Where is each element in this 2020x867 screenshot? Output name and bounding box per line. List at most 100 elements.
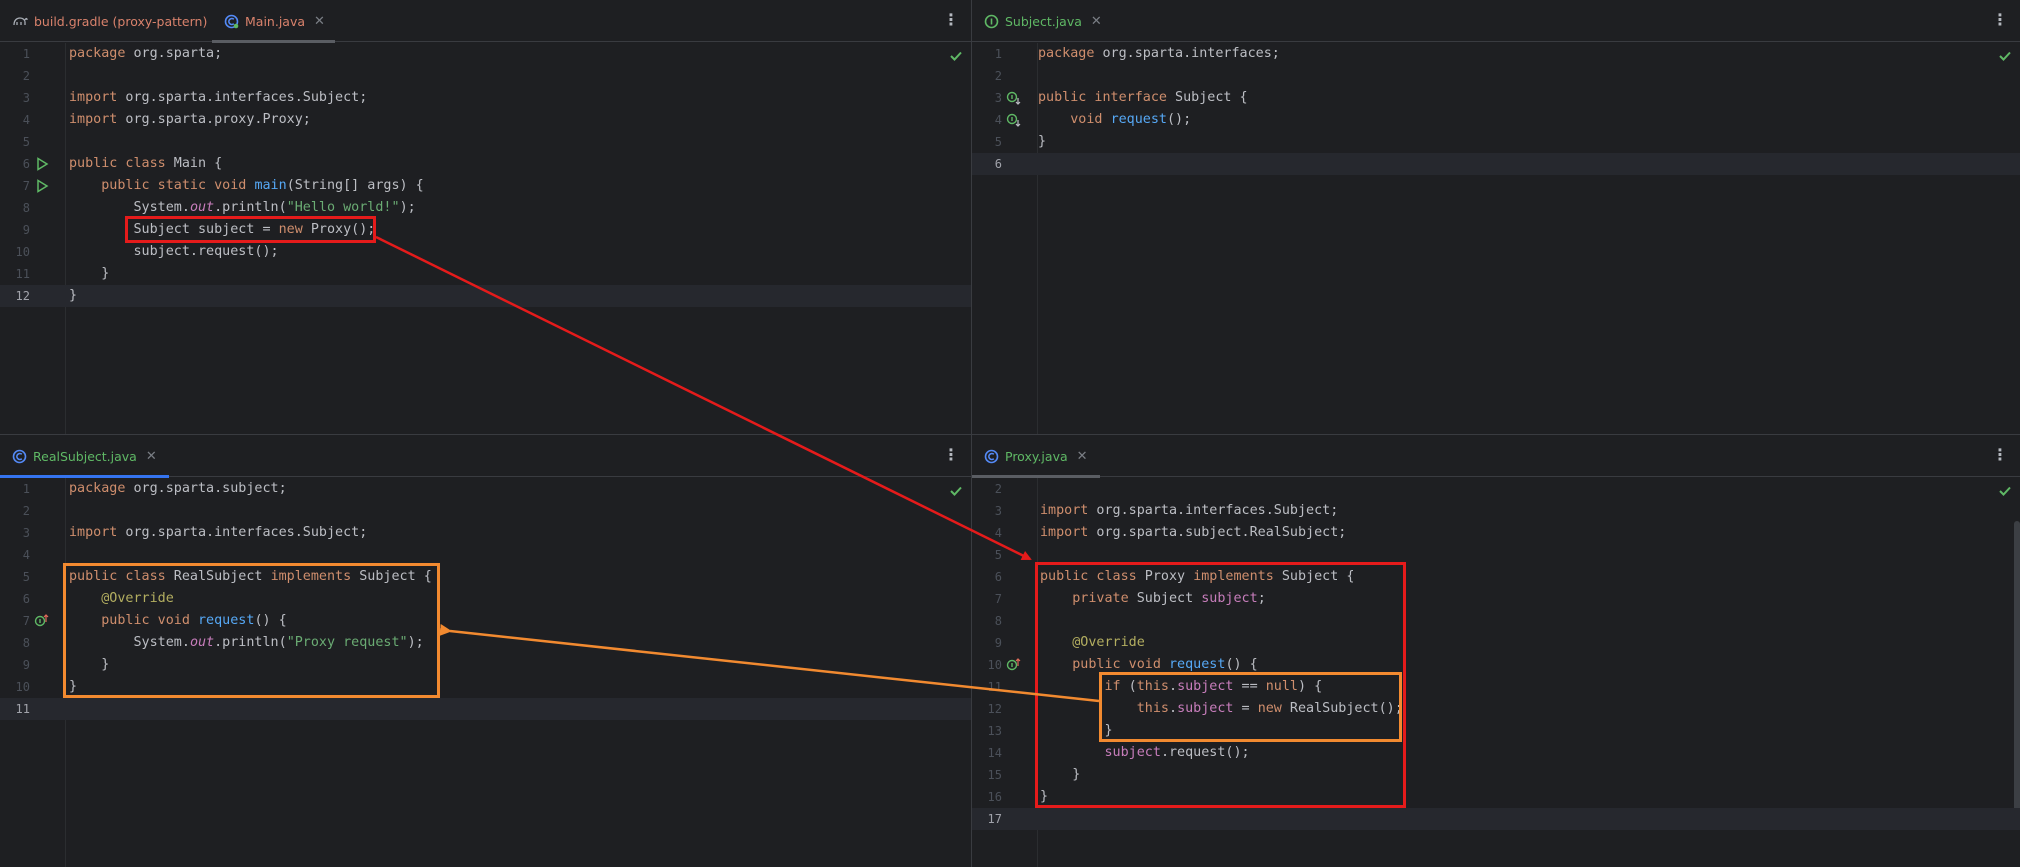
tab-label: build.gradle (proxy-pattern) [34,13,208,29]
code-line-current: 11 [0,698,971,720]
line-number: 16 [987,790,1002,804]
code-line: 6 public class Main { [0,153,971,175]
code-line: 1 package org.sparta.subject; [0,478,971,500]
code-text: package org.sparta; [69,46,223,61]
code-line: 4 import org.sparta.proxy.Proxy; [0,109,971,131]
code-line: 2 [972,65,2020,87]
line-number: 5 [994,135,1002,149]
line-number: 2 [22,504,30,518]
run-gutter-icon[interactable] [34,156,50,172]
code-line-current: 6 [972,153,2020,175]
code-line: 1 package org.sparta.interfaces; [972,43,2020,65]
line-number: 2 [22,69,30,83]
tab-label: Main.java [245,13,306,29]
java-class-icon [224,14,239,29]
code-line: 1 package org.sparta; [0,43,971,65]
tab-realsubject-java[interactable]: RealSubject.java ✕ [0,435,169,478]
more-vertical-icon[interactable]: ⋮ [1992,446,2008,464]
line-number: 6 [994,570,1002,584]
code-text: public class Main { [69,156,223,171]
code-text: } [69,288,78,303]
code-line: 4 import org.sparta.subject.RealSubject; [972,522,2020,544]
tab-label: Proxy.java [1005,448,1068,464]
line-number: 15 [987,768,1002,782]
line-number: 1 [994,47,1002,61]
tab-bar-realsubject: RealSubject.java ✕ ⋮ [0,435,971,478]
code-line: 5} [972,131,2020,153]
code-line: 5 [0,131,971,153]
line-number: 4 [22,548,30,562]
tab-bar-proxy: Proxy.java ✕ ⋮ [972,435,2020,478]
highlight-box-realsubject-class [63,563,440,698]
code-text: import org.sparta.interfaces.Subject; [69,525,368,540]
close-icon[interactable]: ✕ [1091,14,1102,29]
tab-build-gradle[interactable]: build.gradle (proxy-pattern) [12,0,207,42]
tab-label: RealSubject.java [33,448,137,464]
line-number: 6 [994,157,1002,171]
tab-subject-java[interactable]: Subject.java ✕ [984,0,1102,42]
line-number: 4 [994,113,1002,127]
line-number: 6 [22,592,30,606]
code-line: 10 subject.request(); [0,241,971,263]
close-icon[interactable]: ✕ [1077,449,1088,464]
code-text: import org.sparta.interfaces.Subject; [69,90,368,105]
code-text: } [69,266,110,281]
code-text: public static void main(String[] args) { [101,178,424,193]
code-text: package org.sparta.subject; [69,481,287,496]
implemented-icon[interactable] [1006,112,1022,128]
line-number: 9 [22,223,30,237]
implementing-icon[interactable] [34,613,50,629]
line-number: 5 [994,548,1002,562]
code-text: subject.request(); [69,244,279,259]
line-number: 7 [22,179,30,193]
more-vertical-icon[interactable]: ⋮ [1992,11,2008,29]
gradle-icon [12,14,28,28]
line-number: 9 [22,658,30,672]
line-number: 1 [22,47,30,61]
close-icon[interactable]: ✕ [146,449,157,464]
code-text: package org.sparta.interfaces; [1038,46,1280,61]
tab-bar-subject: Subject.java ✕ ⋮ [972,0,2020,42]
line-number: 3 [22,526,30,540]
line-number: 8 [994,614,1002,628]
line-number: 12 [15,289,30,303]
tab-main-java[interactable]: Main.java ✕ [212,0,335,43]
code-text: public interface Subject { [1038,90,1248,105]
line-number: 7 [994,592,1002,606]
editor-pane-subject: Subject.java ✕ ⋮ 1 package org.sparta.int… [972,0,2020,434]
line-number: 8 [22,636,30,650]
line-number: 10 [15,680,30,694]
line-number: 3 [994,91,1002,105]
code-line: 3 import org.sparta.interfaces.Subject; [0,522,971,544]
line-number: 3 [22,91,30,105]
pane-splitter-horizontal[interactable] [0,434,2020,435]
implemented-icon[interactable] [1006,90,1022,106]
line-number: 7 [22,614,30,628]
code-line-current: 17 [972,808,2020,830]
line-number: 11 [15,702,30,716]
java-interface-icon [984,14,999,29]
run-gutter-icon[interactable] [34,178,50,194]
close-icon[interactable]: ✕ [314,14,325,29]
code-line: 2 [0,500,971,522]
line-number: 13 [987,724,1002,738]
line-number: 1 [22,482,30,496]
code-line: 2 [972,478,2020,500]
code-line: 11 } [0,263,971,285]
line-number: 11 [987,680,1002,694]
java-class-icon [12,449,27,464]
line-number: 17 [987,812,1002,826]
code-text: import org.sparta.interfaces.Subject; [1040,503,1339,518]
line-number: 2 [994,482,1002,496]
implementing-icon[interactable] [1006,657,1022,673]
line-number: 10 [987,658,1002,672]
more-vertical-icon[interactable]: ⋮ [943,11,959,29]
java-class-icon [984,449,999,464]
tab-proxy-java[interactable]: Proxy.java ✕ [972,435,1100,478]
more-vertical-icon[interactable]: ⋮ [943,446,959,464]
code-text: void request(); [1070,112,1192,127]
code-text: import org.sparta.subject.RealSubject; [1040,525,1347,540]
code-line: 3 import org.sparta.interfaces.Subject; [972,500,2020,522]
highlight-box-new-proxy [125,216,376,243]
line-number: 5 [22,570,30,584]
